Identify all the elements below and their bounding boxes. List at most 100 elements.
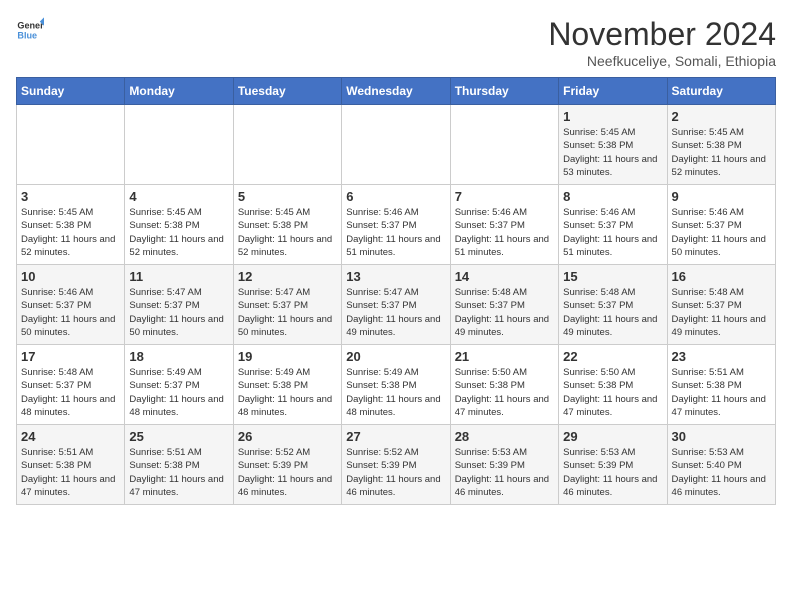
day-info: Sunrise: 5:46 AM Sunset: 5:37 PM Dayligh… xyxy=(672,206,771,259)
header-tuesday: Tuesday xyxy=(233,78,341,105)
calendar-cell: 5 Sunrise: 5:45 AM Sunset: 5:38 PM Daylig… xyxy=(233,185,341,265)
day-number: 1 xyxy=(563,109,662,124)
calendar-cell: 14 Sunrise: 5:48 AM Sunset: 5:37 PM Dayli… xyxy=(450,265,558,345)
calendar-cell: 15 Sunrise: 5:48 AM Sunset: 5:37 PM Dayli… xyxy=(559,265,667,345)
header-thursday: Thursday xyxy=(450,78,558,105)
day-number: 9 xyxy=(672,189,771,204)
day-number: 8 xyxy=(563,189,662,204)
calendar-cell: 26 Sunrise: 5:52 AM Sunset: 5:39 PM Dayli… xyxy=(233,425,341,505)
day-number: 2 xyxy=(672,109,771,124)
header-sunday: Sunday xyxy=(17,78,125,105)
calendar-cell: 6 Sunrise: 5:46 AM Sunset: 5:37 PM Daylig… xyxy=(342,185,450,265)
day-number: 10 xyxy=(21,269,120,284)
calendar-cell: 11Sunrise: 5:47 AM Sunset: 5:37 PM Dayli… xyxy=(125,265,233,345)
calendar-cell: 8 Sunrise: 5:46 AM Sunset: 5:37 PM Daylig… xyxy=(559,185,667,265)
day-info: Sunrise: 5:52 AM Sunset: 5:39 PM Dayligh… xyxy=(238,446,337,499)
calendar-week-row: 17Sunrise: 5:48 AM Sunset: 5:37 PM Dayli… xyxy=(17,345,776,425)
day-number: 6 xyxy=(346,189,445,204)
calendar-cell: 23 Sunrise: 5:51 AM Sunset: 5:38 PM Dayli… xyxy=(667,345,775,425)
calendar-cell: 28Sunrise: 5:53 AM Sunset: 5:39 PM Dayli… xyxy=(450,425,558,505)
header-saturday: Saturday xyxy=(667,78,775,105)
calendar-cell: 22Sunrise: 5:50 AM Sunset: 5:38 PM Dayli… xyxy=(559,345,667,425)
day-number: 24 xyxy=(21,429,120,444)
calendar-table: SundayMondayTuesdayWednesdayThursdayFrid… xyxy=(16,77,776,505)
calendar-cell: 3 Sunrise: 5:45 AM Sunset: 5:38 PM Daylig… xyxy=(17,185,125,265)
calendar-week-row: 3 Sunrise: 5:45 AM Sunset: 5:38 PM Daylig… xyxy=(17,185,776,265)
calendar-cell: 18Sunrise: 5:49 AM Sunset: 5:37 PM Dayli… xyxy=(125,345,233,425)
calendar-cell: 20 Sunrise: 5:49 AM Sunset: 5:38 PM Dayli… xyxy=(342,345,450,425)
day-info: Sunrise: 5:48 AM Sunset: 5:37 PM Dayligh… xyxy=(455,286,554,339)
day-info: Sunrise: 5:46 AM Sunset: 5:37 PM Dayligh… xyxy=(346,206,445,259)
day-info: Sunrise: 5:45 AM Sunset: 5:38 PM Dayligh… xyxy=(238,206,337,259)
day-number: 21 xyxy=(455,349,554,364)
calendar-cell: 9 Sunrise: 5:46 AM Sunset: 5:37 PM Daylig… xyxy=(667,185,775,265)
day-number: 26 xyxy=(238,429,337,444)
header: General Blue November 2024 Neefkuceliye,… xyxy=(16,16,776,69)
calendar-cell xyxy=(450,105,558,185)
calendar-cell: 13 Sunrise: 5:47 AM Sunset: 5:37 PM Dayli… xyxy=(342,265,450,345)
day-info: Sunrise: 5:49 AM Sunset: 5:38 PM Dayligh… xyxy=(238,366,337,419)
calendar-week-row: 1 Sunrise: 5:45 AM Sunset: 5:38 PM Daylig… xyxy=(17,105,776,185)
day-info: Sunrise: 5:51 AM Sunset: 5:38 PM Dayligh… xyxy=(129,446,228,499)
logo-icon: General Blue xyxy=(16,16,44,44)
month-title: November 2024 xyxy=(548,16,776,53)
svg-text:General: General xyxy=(17,21,44,31)
calendar-cell xyxy=(17,105,125,185)
day-number: 18 xyxy=(129,349,228,364)
day-number: 16 xyxy=(672,269,771,284)
day-info: Sunrise: 5:53 AM Sunset: 5:40 PM Dayligh… xyxy=(672,446,771,499)
day-number: 20 xyxy=(346,349,445,364)
day-number: 3 xyxy=(21,189,120,204)
calendar-week-row: 10Sunrise: 5:46 AM Sunset: 5:37 PM Dayli… xyxy=(17,265,776,345)
calendar-header-row: SundayMondayTuesdayWednesdayThursdayFrid… xyxy=(17,78,776,105)
day-info: Sunrise: 5:53 AM Sunset: 5:39 PM Dayligh… xyxy=(563,446,662,499)
calendar-cell: 24Sunrise: 5:51 AM Sunset: 5:38 PM Dayli… xyxy=(17,425,125,505)
day-number: 7 xyxy=(455,189,554,204)
calendar-cell: 30 Sunrise: 5:53 AM Sunset: 5:40 PM Dayli… xyxy=(667,425,775,505)
day-number: 17 xyxy=(21,349,120,364)
calendar-cell: 19 Sunrise: 5:49 AM Sunset: 5:38 PM Dayli… xyxy=(233,345,341,425)
day-number: 4 xyxy=(129,189,228,204)
day-number: 15 xyxy=(563,269,662,284)
day-number: 30 xyxy=(672,429,771,444)
day-info: Sunrise: 5:47 AM Sunset: 5:37 PM Dayligh… xyxy=(129,286,228,339)
calendar-cell: 2Sunrise: 5:45 AM Sunset: 5:38 PM Daylig… xyxy=(667,105,775,185)
day-info: Sunrise: 5:48 AM Sunset: 5:37 PM Dayligh… xyxy=(563,286,662,339)
calendar-cell xyxy=(342,105,450,185)
header-monday: Monday xyxy=(125,78,233,105)
calendar-cell: 17Sunrise: 5:48 AM Sunset: 5:37 PM Dayli… xyxy=(17,345,125,425)
day-number: 14 xyxy=(455,269,554,284)
day-info: Sunrise: 5:46 AM Sunset: 5:37 PM Dayligh… xyxy=(455,206,554,259)
day-info: Sunrise: 5:45 AM Sunset: 5:38 PM Dayligh… xyxy=(563,126,662,179)
day-info: Sunrise: 5:45 AM Sunset: 5:38 PM Dayligh… xyxy=(21,206,120,259)
day-info: Sunrise: 5:49 AM Sunset: 5:38 PM Dayligh… xyxy=(346,366,445,419)
day-number: 12 xyxy=(238,269,337,284)
calendar-cell: 7 Sunrise: 5:46 AM Sunset: 5:37 PM Daylig… xyxy=(450,185,558,265)
day-info: Sunrise: 5:48 AM Sunset: 5:37 PM Dayligh… xyxy=(672,286,771,339)
header-friday: Friday xyxy=(559,78,667,105)
day-number: 25 xyxy=(129,429,228,444)
calendar-cell: 21Sunrise: 5:50 AM Sunset: 5:38 PM Dayli… xyxy=(450,345,558,425)
day-number: 19 xyxy=(238,349,337,364)
calendar-cell: 16 Sunrise: 5:48 AM Sunset: 5:37 PM Dayli… xyxy=(667,265,775,345)
day-info: Sunrise: 5:46 AM Sunset: 5:37 PM Dayligh… xyxy=(563,206,662,259)
calendar-cell: 25 Sunrise: 5:51 AM Sunset: 5:38 PM Dayli… xyxy=(125,425,233,505)
day-info: Sunrise: 5:45 AM Sunset: 5:38 PM Dayligh… xyxy=(129,206,228,259)
day-number: 13 xyxy=(346,269,445,284)
calendar-cell: 27Sunrise: 5:52 AM Sunset: 5:39 PM Dayli… xyxy=(342,425,450,505)
header-wednesday: Wednesday xyxy=(342,78,450,105)
day-number: 29 xyxy=(563,429,662,444)
calendar-cell: 1 Sunrise: 5:45 AM Sunset: 5:38 PM Daylig… xyxy=(559,105,667,185)
location-subtitle: Neefkuceliye, Somali, Ethiopia xyxy=(548,53,776,69)
title-area: November 2024 Neefkuceliye, Somali, Ethi… xyxy=(548,16,776,69)
day-number: 28 xyxy=(455,429,554,444)
day-info: Sunrise: 5:51 AM Sunset: 5:38 PM Dayligh… xyxy=(672,366,771,419)
logo: General Blue xyxy=(16,16,44,44)
calendar-cell xyxy=(233,105,341,185)
day-number: 5 xyxy=(238,189,337,204)
day-info: Sunrise: 5:50 AM Sunset: 5:38 PM Dayligh… xyxy=(563,366,662,419)
day-info: Sunrise: 5:52 AM Sunset: 5:39 PM Dayligh… xyxy=(346,446,445,499)
day-info: Sunrise: 5:47 AM Sunset: 5:37 PM Dayligh… xyxy=(346,286,445,339)
calendar-cell: 12Sunrise: 5:47 AM Sunset: 5:37 PM Dayli… xyxy=(233,265,341,345)
day-number: 23 xyxy=(672,349,771,364)
